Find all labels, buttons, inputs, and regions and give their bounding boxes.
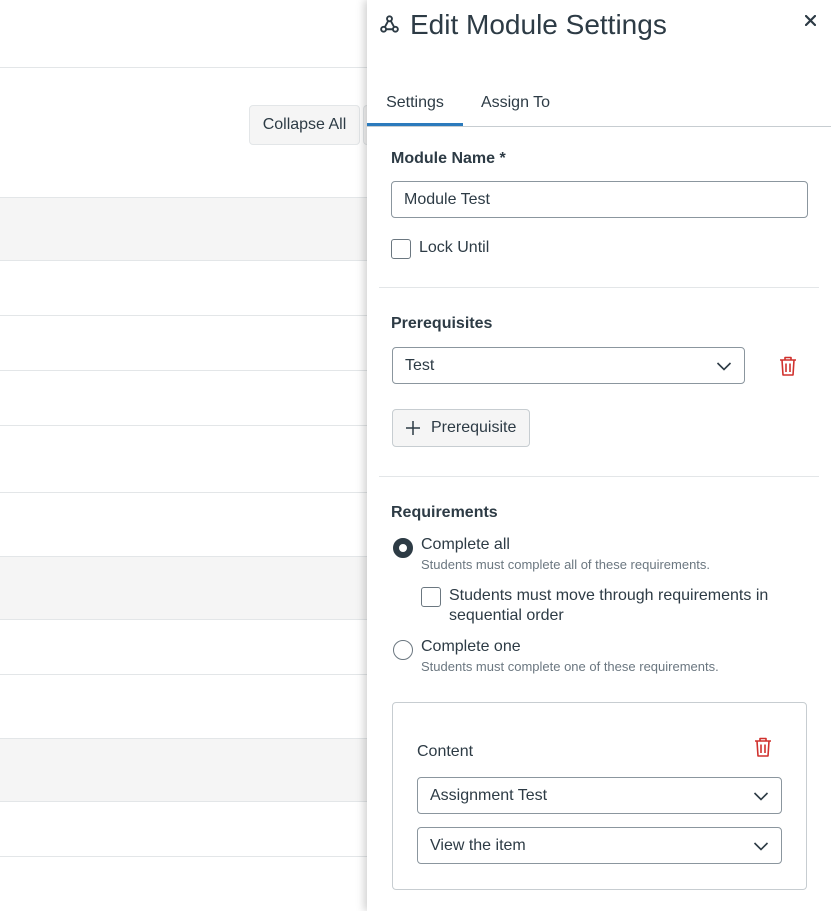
module-item-row[interactable]	[0, 856, 367, 857]
requirement-type-select[interactable]: View the item	[417, 827, 782, 864]
prerequisites-label: Prerequisites	[391, 315, 493, 332]
complete-one-hint: Students must complete one of these requ…	[421, 659, 719, 674]
requirement-card: Content Assignment Test View the item	[392, 702, 807, 890]
close-button[interactable]	[800, 10, 820, 30]
requirements-label: Requirements	[391, 504, 498, 521]
sequential-order-label: Students must move through requirements …	[449, 587, 769, 624]
module-item-row[interactable]	[0, 425, 367, 426]
add-prerequisite-button[interactable]: Prerequisite	[392, 409, 530, 447]
module-header-row[interactable]	[0, 738, 367, 802]
selected-tab-indicator	[367, 123, 463, 126]
tab-assign-to[interactable]: Assign To	[471, 78, 560, 127]
complete-all-radio[interactable]	[393, 538, 413, 558]
module-name-label: Module Name *	[391, 150, 506, 167]
chevron-down-icon	[753, 842, 769, 851]
module-item-row[interactable]	[0, 315, 367, 316]
requirement-type-select-value: View the item	[430, 836, 526, 854]
remove-prerequisite-trash-icon[interactable]	[777, 355, 799, 377]
lock-until-checkbox[interactable]	[391, 239, 411, 259]
chevron-down-icon	[753, 792, 769, 801]
add-prerequisite-label: Prerequisite	[431, 419, 517, 436]
module-name-input[interactable]	[391, 181, 808, 218]
prerequisite-select[interactable]: Test	[392, 347, 745, 384]
modules-page-background: Collapse All	[0, 0, 369, 911]
complete-one-radio[interactable]	[393, 640, 413, 660]
plus-icon	[406, 421, 420, 435]
tab-settings[interactable]: Settings	[367, 78, 463, 127]
close-icon	[804, 14, 816, 26]
chevron-down-icon	[716, 362, 732, 371]
prerequisite-select-value: Test	[405, 356, 435, 374]
lock-until-label: Lock Until	[419, 239, 490, 256]
collapse-all-button[interactable]: Collapse All	[249, 105, 360, 145]
tray-title: Edit Module Settings	[410, 9, 667, 40]
tab-list: Settings Assign To	[367, 78, 831, 127]
edit-module-settings-tray: Edit Module Settings Settings Assign To …	[367, 0, 831, 911]
complete-all-hint: Students must complete all of these requ…	[421, 557, 711, 572]
module-item-row[interactable]	[0, 492, 367, 493]
tray-header: Edit Module Settings	[367, 0, 831, 60]
module-item-row[interactable]	[0, 370, 367, 371]
section-divider	[379, 476, 819, 477]
remove-requirement-trash-icon[interactable]	[752, 736, 774, 758]
content-select[interactable]: Assignment Test	[417, 777, 782, 814]
module-item-row[interactable]	[0, 674, 367, 675]
section-divider	[379, 287, 819, 288]
content-select-value: Assignment Test	[430, 786, 548, 804]
module-header-row[interactable]	[0, 197, 367, 261]
modules-icon	[380, 15, 399, 33]
sequential-order-checkbox[interactable]	[421, 587, 441, 607]
content-label: Content	[417, 743, 474, 760]
module-header-row[interactable]	[0, 556, 367, 620]
complete-one-label: Complete one	[421, 638, 521, 655]
header-divider	[0, 67, 367, 68]
complete-all-label: Complete all	[421, 536, 510, 553]
